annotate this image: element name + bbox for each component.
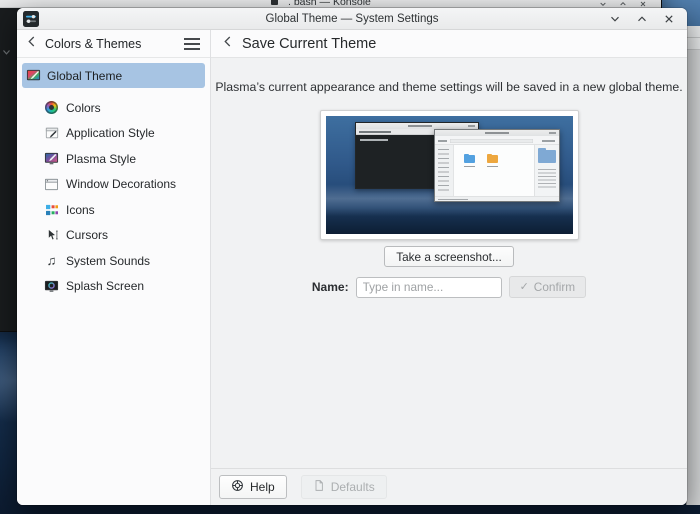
desktop-screenshot-preview: [326, 116, 573, 234]
maximize-button[interactable]: [636, 13, 648, 25]
help-button[interactable]: Help: [219, 475, 287, 499]
confirm-button[interactable]: ✓ Confirm: [509, 276, 587, 298]
sidebar-item-cursors[interactable]: Cursors: [22, 223, 205, 249]
sidebar-item-splash-screen[interactable]: Splash Screen: [22, 274, 205, 300]
orange-folder-icon: [487, 155, 498, 163]
defaults-label: Defaults: [331, 480, 375, 494]
close-button[interactable]: [663, 13, 675, 25]
konsole-close-icon[interactable]: [639, 0, 647, 8]
main-panel: Save Current Theme Plasma’s current appe…: [211, 30, 687, 505]
sidebar-item-label: Application Style: [66, 126, 155, 140]
sidebar-item-window-decorations[interactable]: Window Decorations: [22, 172, 205, 198]
system-sounds-icon: ♫: [44, 253, 59, 268]
sidebar-item-label: Icons: [66, 203, 95, 217]
description-text: Plasma’s current appearance and theme se…: [215, 80, 682, 94]
defaults-button[interactable]: Defaults: [301, 475, 387, 499]
application-style-icon: [44, 126, 59, 141]
background-window-edge[interactable]: [686, 26, 700, 505]
cursors-icon: [44, 228, 59, 243]
sidebar-item-label: System Sounds: [66, 254, 150, 268]
page-back-button[interactable]: [223, 35, 232, 53]
sidebar-title: Colors & Themes: [45, 37, 175, 51]
help-icon: [231, 479, 244, 495]
page-header: Save Current Theme: [211, 30, 687, 58]
sidebar-item-system-sounds[interactable]: ♫ System Sounds: [22, 248, 205, 274]
system-settings-window: Global Theme — System Settings Colors & …: [17, 8, 687, 505]
sidebar-header: Colors & Themes: [17, 30, 210, 58]
window-controls: [609, 13, 675, 25]
window-title: Global Theme — System Settings: [17, 13, 687, 25]
konsole-maximize-icon[interactable]: [619, 0, 627, 8]
desktop: . bash — Konsole Global Theme — System S…: [0, 0, 700, 514]
plasma-style-icon: [44, 151, 59, 166]
confirm-label: Confirm: [534, 280, 575, 294]
konsole-window-title: . bash — Konsole: [288, 0, 371, 8]
help-label: Help: [250, 480, 275, 494]
sidebar-back-button[interactable]: [27, 35, 36, 53]
icons-icon: [44, 202, 59, 217]
page-content: Plasma’s current appearance and theme se…: [211, 58, 687, 468]
konsole-window-controls: [599, 0, 647, 8]
splash-screen-icon: [44, 279, 59, 294]
sidebar: Colors & Themes Global Theme Colors Appl…: [17, 30, 210, 505]
hamburger-menu-icon[interactable]: [184, 38, 200, 50]
sidebar-item-colors[interactable]: Colors: [22, 95, 205, 121]
blue-folder-icon: [464, 155, 475, 163]
theme-preview-image: [320, 110, 579, 240]
document-icon: [313, 479, 325, 495]
preview-places-panel: [435, 145, 454, 196]
name-label: Name:: [312, 280, 349, 294]
sidebar-item-label: Plasma Style: [66, 152, 136, 166]
sidebar-item-label: Global Theme: [47, 69, 122, 83]
preview-filemanager-window: [434, 129, 560, 202]
sidebar-item-icons[interactable]: Icons: [22, 197, 205, 223]
name-form-row: Name: ✓ Confirm: [312, 276, 586, 298]
sidebar-item-label: Window Decorations: [66, 177, 176, 191]
footer-bar: Help Defaults: [211, 468, 687, 505]
konsole-titlebar[interactable]: . bash — Konsole: [0, 0, 661, 8]
global-theme-icon: [26, 68, 41, 83]
konsole-app-icon: [271, 0, 278, 5]
sidebar-item-label: Splash Screen: [66, 279, 144, 293]
page-title: Save Current Theme: [242, 36, 376, 52]
colors-icon: [44, 100, 59, 115]
name-input[interactable]: [356, 277, 502, 298]
check-icon: ✓: [520, 282, 529, 293]
take-screenshot-button[interactable]: Take a screenshot...: [384, 246, 514, 267]
window-decorations-icon: [44, 177, 59, 192]
titlebar[interactable]: Global Theme — System Settings: [17, 8, 687, 30]
sidebar-item-label: Colors: [66, 101, 101, 115]
sidebar-item-global-theme[interactable]: Global Theme: [22, 63, 205, 88]
sidebar-item-application-style[interactable]: Application Style: [22, 121, 205, 147]
sidebar-item-label: Cursors: [66, 228, 108, 242]
konsole-minimize-icon[interactable]: [599, 0, 607, 8]
preview-info-panel: [534, 145, 559, 196]
big-folder-icon: [538, 150, 556, 163]
preview-folder-view: [454, 145, 534, 196]
sidebar-item-plasma-style[interactable]: Plasma Style: [22, 146, 205, 172]
sidebar-list: Global Theme Colors Application Style Pl…: [17, 58, 210, 299]
konsole-scroll-chevron-icon[interactable]: [2, 43, 11, 61]
minimize-button[interactable]: [609, 13, 621, 25]
